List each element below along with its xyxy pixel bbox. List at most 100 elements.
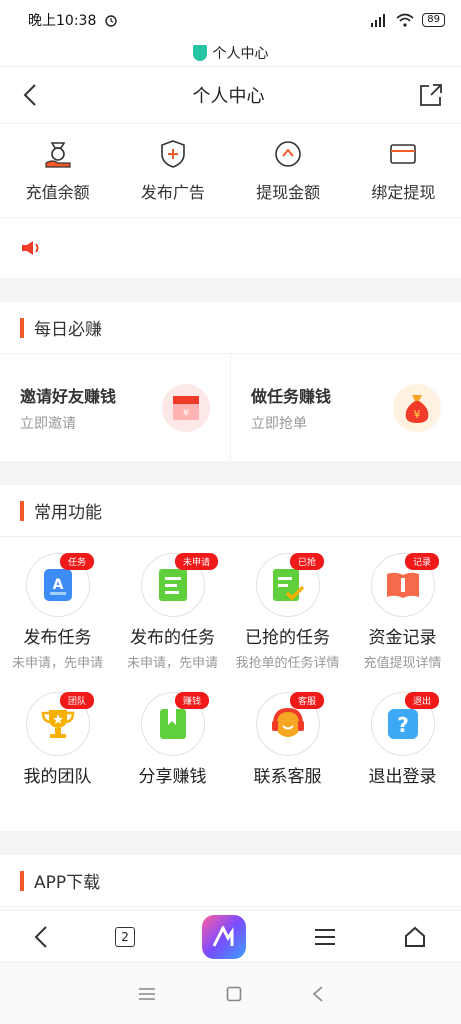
invite-card-text: 邀请好友赚钱 立即邀请 [20,383,162,433]
grid-item-badge: 任务 [60,553,95,570]
common-functions-grid: A 任务 发布任务 未申请，先申请 未申请 发布的任务 未申请，先申请 已抢 已… [0,537,461,831]
task-card-title: 做任务赚钱 [251,386,332,406]
status-time: 晚上10:38 [28,13,97,29]
section-gap [0,278,461,302]
grid-item-badge: 客服 [290,692,325,709]
nav-back-icon[interactable] [34,925,48,949]
headset-icon [271,707,304,737]
grid-item-badge: 团队 [60,692,95,709]
svg-text:¥: ¥ [183,408,189,419]
daily-earn-cards: 邀请好友赚钱 立即邀请 ¥ 做任务赚钱 立即抢单 ¥ [0,354,461,461]
withdraw-icon [275,140,301,167]
signal-icon [371,14,386,27]
grid-item-badge: 未申请 [175,553,219,570]
status-icons: 89 [370,13,445,27]
system-nav-bar [0,962,461,1024]
section-accent-bar [20,317,24,338]
grid-item-desc: 充值提现详情 [363,656,442,671]
invite-card[interactable]: 邀请好友赚钱 立即邀请 ¥ [0,354,230,461]
svg-text:?: ? [397,713,409,737]
grid-item-grabbed-tasks[interactable]: 已抢 已抢的任务 我抢单的任务详情 [230,553,345,689]
alarm-icon [105,15,118,27]
money-bag-icon: ¥ [393,383,441,432]
battery-indicator: 89 [422,13,445,27]
grid-item-name: 资金记录 [368,628,437,648]
help-icon: ? [387,709,418,739]
grid-item-my-team[interactable]: 团队 我的团队 [0,692,115,828]
section-header-download: APP下载 [0,855,461,907]
section-accent-bar [20,870,24,891]
status-bar: 晚上10:38 89 [0,0,461,40]
section-title-download: APP下载 [34,873,101,893]
card-icon [390,143,417,164]
quick-bind[interactable]: 绑定提现 [348,139,458,203]
grid-item-badge: 赚钱 [175,692,210,709]
grid-item-published-tasks[interactable]: 未申请 发布的任务 未申请，先申请 [115,553,230,689]
green-doc-icon [158,569,187,601]
grid-item-desc: 未申请，先申请 [11,656,103,671]
quick-recharge-label: 充值余额 [25,182,90,202]
url-title: 个人中心 [212,46,269,62]
square-home-icon[interactable] [226,986,242,1002]
secure-shield-icon [192,45,207,61]
browser-logo-icon [213,925,234,947]
grid-item-desc: 未申请，先申请 [126,656,218,671]
grid-item-name: 已抢的任务 [245,628,330,648]
section-accent-bar [20,500,24,521]
grid-item-desc: 我抢单的任务详情 [235,656,340,671]
invite-card-sub: 立即邀请 [20,415,76,432]
section-title-common: 常用功能 [34,503,102,523]
url-bar: 个人中心 [0,40,461,66]
browser-logo-button[interactable] [202,914,247,959]
quick-withdraw-label: 提现金额 [256,182,321,202]
grid-item-name: 发布的任务 [130,628,215,648]
share-icon[interactable] [419,83,443,107]
bookmark-icon [159,709,186,739]
back-icon[interactable] [22,83,38,107]
grid-item-logout[interactable]: ? 退出 退出登录 [345,692,460,828]
task-card[interactable]: 做任务赚钱 立即抢单 ¥ [230,354,461,461]
section-gap [0,831,461,855]
section-header-daily: 每日必赚 [0,302,461,354]
svg-text:A: A [52,577,63,593]
grid-item-publish-task[interactable]: A 任务 发布任务 未申请，先申请 [0,553,115,689]
svg-text:¥: ¥ [414,408,421,421]
grid-item-share-earn[interactable]: 赚钱 分享赚钱 [115,692,230,828]
task-doc-icon: A [43,569,72,601]
browser-nav-bar: 2 [0,910,461,962]
grid-item-badge: 记录 [405,553,440,570]
quick-actions: 充值余额 发布广告 提现金额 绑定提现 [0,124,461,218]
grid-item-fund-records[interactable]: 记录 资金记录 充值提现详情 [345,553,460,689]
home-icon[interactable] [403,925,427,949]
grid-item-name: 我的团队 [23,767,92,787]
status-time-group: 晚上10:38 [28,10,118,30]
task-card-text: 做任务赚钱 立即抢单 [251,383,393,433]
check-doc-icon [272,569,304,601]
invite-card-title: 邀请好友赚钱 [20,386,117,406]
tabs-count-button[interactable]: 2 [115,926,136,947]
gift-envelope-icon: ¥ [162,383,210,432]
page-title: 个人中心 [192,86,265,107]
grid-item-customer-service[interactable]: 客服 联系客服 [230,692,345,828]
quick-withdraw[interactable]: 提现金额 [233,139,343,203]
grid-item-badge: 已抢 [290,553,325,570]
speaker-icon [22,241,39,255]
grid-item-name: 联系客服 [253,767,322,787]
shield-plus-icon [161,139,185,168]
section-title-daily: 每日必赚 [34,320,102,340]
system-back-icon[interactable] [312,985,324,1002]
section-header-common: 常用功能 [0,485,461,537]
quick-bind-label: 绑定提现 [371,182,436,202]
quick-recharge[interactable]: 充值余额 [3,139,113,203]
trophy-icon [41,710,74,738]
grid-item-name: 分享赚钱 [138,767,207,787]
notice-bar [0,218,461,278]
grid-item-badge: 退出 [405,692,440,709]
quick-ad[interactable]: 发布广告 [118,139,228,203]
wifi-icon [396,13,414,27]
page-header: 个人中心 [0,66,461,124]
menu-icon[interactable] [314,928,336,946]
task-card-sub: 立即抢单 [251,415,307,432]
recents-icon[interactable] [138,987,156,1001]
quick-ad-label: 发布广告 [140,182,205,202]
